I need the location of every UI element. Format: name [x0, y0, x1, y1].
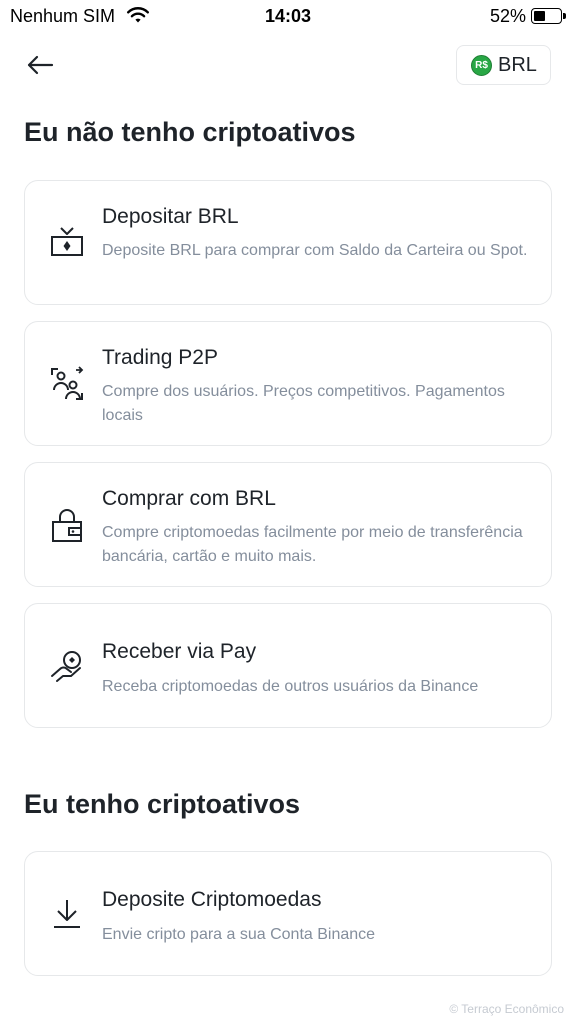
battery-icon	[531, 8, 566, 24]
option-title: Comprar com BRL	[102, 487, 276, 510]
option-description: Deposite BRL para comprar com Saldo da C…	[102, 242, 528, 259]
option-deposit-brl[interactable]: Depositar BRL Deposite BRL para comprar …	[24, 180, 552, 305]
option-description: Compre dos usuários. Preços competitivos…	[102, 383, 505, 424]
currency-label: BRL	[498, 53, 537, 76]
download-icon	[49, 896, 85, 932]
deposit-icon	[49, 224, 85, 260]
option-deposit-crypto[interactable]: Deposite Criptomoedas Envie cripto para …	[24, 851, 552, 976]
option-p2p-trading[interactable]: Trading P2P Compre dos usuários. Preços …	[24, 321, 552, 446]
section-title-have-crypto: Eu tenho criptoativos	[24, 789, 301, 819]
section-title-no-crypto: Eu não tenho criptoativos	[24, 117, 356, 147]
option-buy-with-brl[interactable]: Comprar com BRL Compre criptomoedas faci…	[24, 462, 552, 587]
watermark: © Terraço Econômico	[449, 1002, 564, 1016]
p2p-users-icon	[49, 366, 85, 402]
option-description: Compre criptomoedas facilmente por meio …	[102, 524, 523, 565]
status-bar: Nenhum SIM 14:03 52%	[0, 0, 576, 34]
option-description: Receba criptomoedas de outros usuários d…	[102, 678, 479, 695]
option-title: Depositar BRL	[102, 205, 239, 228]
option-description: Envie cripto para a sua Conta Binance	[102, 926, 376, 943]
arrow-left-icon	[27, 55, 54, 75]
option-title: Deposite Criptomoedas	[102, 888, 322, 911]
back-button[interactable]	[24, 50, 56, 80]
option-title: Trading P2P	[102, 346, 218, 369]
battery-percent: 52%	[489, 6, 526, 26]
brl-coin-icon: R$	[471, 54, 492, 76]
currency-selector-button[interactable]: R$ BRL	[456, 45, 551, 85]
option-title: Receber via Pay	[102, 640, 257, 663]
battery-fill	[534, 11, 546, 21]
option-receive-via-pay[interactable]: Receber via Pay Receba criptomoedas de o…	[24, 603, 552, 728]
pay-hand-icon	[49, 648, 85, 684]
wallet-lock-icon	[49, 508, 85, 544]
